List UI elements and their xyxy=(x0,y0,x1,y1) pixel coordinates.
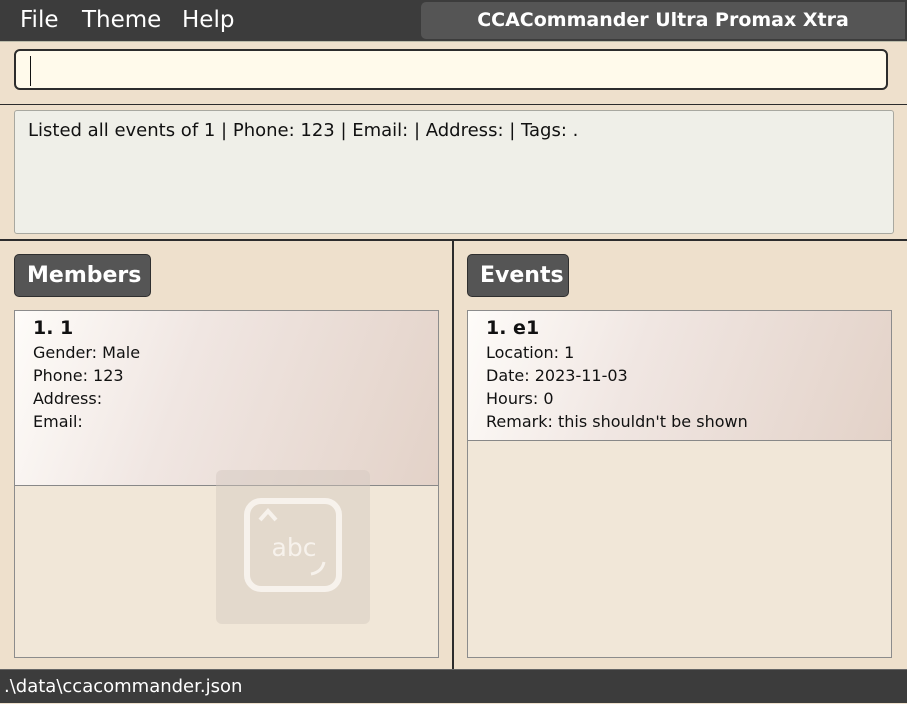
result-display: Listed all events of 1 | Phone: 123 | Em… xyxy=(14,110,894,234)
event-hours: Hours: 0 xyxy=(486,389,554,408)
text-caret xyxy=(30,56,31,86)
command-box-panel xyxy=(0,41,907,106)
member-card[interactable]: 1. 1 Gender: Male Phone: 123 Address: Em… xyxy=(15,311,438,486)
menu-bar: File Theme Help CCACommander Ultra Proma… xyxy=(0,0,907,68)
event-date: Date: 2023-11-03 xyxy=(486,366,628,385)
menu-file[interactable]: File xyxy=(20,5,59,35)
keyboard-abc-icon: abc xyxy=(216,470,370,624)
member-email: Email: xyxy=(33,412,83,431)
member-phone: Phone: 123 xyxy=(33,366,124,385)
event-card-title: 1. e1 xyxy=(486,317,540,339)
event-card[interactable]: 1. e1 Location: 1 Date: 2023-11-03 Hours… xyxy=(468,311,891,441)
events-pane: Events 1. e1 Location: 1 Date: 2023-11-0… xyxy=(454,241,907,669)
events-list[interactable]: 1. e1 Location: 1 Date: 2023-11-03 Hours… xyxy=(467,310,892,658)
svg-text:abc: abc xyxy=(272,533,317,562)
events-label: Events xyxy=(467,254,569,297)
member-card-title: 1. 1 xyxy=(33,317,74,339)
member-gender: Gender: Male xyxy=(33,343,141,362)
members-label: Members xyxy=(14,254,151,297)
event-location: Location: 1 xyxy=(486,343,575,362)
command-input[interactable] xyxy=(14,49,888,90)
menu-help[interactable]: Help xyxy=(182,5,234,35)
menu-theme[interactable]: Theme xyxy=(82,5,161,35)
event-remark: Remark: this shouldn't be shown xyxy=(486,412,748,431)
app-title: CCACommander Ultra Promax Xtra 9000PLUS xyxy=(421,2,905,68)
member-address: Address: xyxy=(33,389,103,408)
result-display-panel: Listed all events of 1 | Phone: 123 | Em… xyxy=(0,105,907,241)
status-bar-path: .\data\ccacommander.json xyxy=(0,669,907,703)
